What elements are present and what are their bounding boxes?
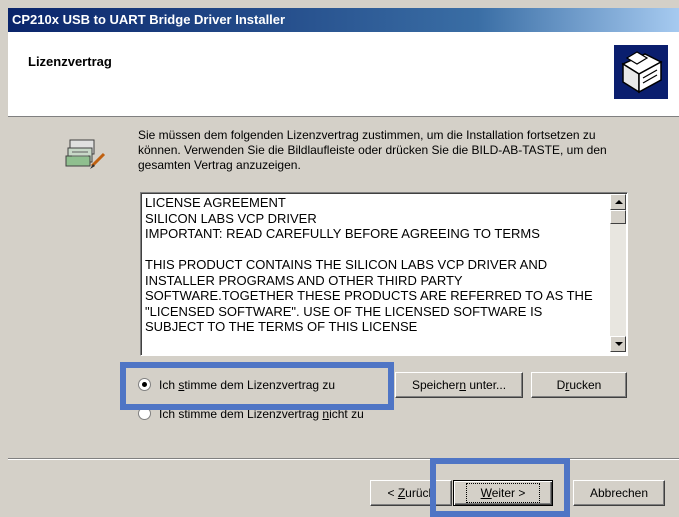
scroll-up-button[interactable]: [610, 194, 626, 210]
wizard-content: Sie müssen dem folgenden Lizenzvertrag z…: [8, 118, 679, 457]
scroll-down-button[interactable]: [610, 336, 626, 352]
title-bar[interactable]: CP210x USB to UART Bridge Driver Install…: [8, 8, 679, 32]
next-button[interactable]: Weiter >: [453, 480, 553, 506]
radio-accept-label: Ich stimme dem Lizenzvertrag zu: [159, 378, 336, 392]
radio-decline-indicator[interactable]: [138, 407, 151, 420]
license-text: LICENSE AGREEMENT SILICON LABS VCP DRIVE…: [145, 195, 593, 334]
print-button[interactable]: Drucken: [531, 372, 627, 398]
page-title: Lizenzvertrag: [28, 54, 112, 69]
radio-accept-indicator[interactable]: [138, 378, 151, 391]
license-textbox[interactable]: LICENSE AGREEMENT SILICON LABS VCP DRIVE…: [140, 192, 628, 356]
vertical-scrollbar[interactable]: [610, 194, 626, 352]
arrow-up-icon: [615, 200, 623, 204]
focus-indicator: Weiter >: [465, 483, 541, 503]
scroll-thumb[interactable]: [610, 210, 626, 224]
arrow-down-icon: [615, 342, 623, 346]
radio-decline-label: Ich stimme dem Lizenzvertrag nicht zu: [159, 407, 364, 421]
wizard-header: Lizenzvertrag: [8, 32, 679, 117]
radio-accept-license[interactable]: Ich stimme dem Lizenzvertrag zu: [138, 378, 335, 392]
cancel-button[interactable]: Abbrechen: [573, 480, 665, 506]
window-title: CP210x USB to UART Bridge Driver Install…: [12, 12, 286, 27]
installer-window: CP210x USB to UART Bridge Driver Install…: [0, 0, 679, 517]
installer-box-icon: [614, 45, 668, 99]
save-as-button[interactable]: Speichern unter...: [395, 372, 523, 398]
footer-divider: [8, 458, 679, 460]
back-button[interactable]: < Zurück: [370, 480, 452, 506]
instructions-text: Sie müssen dem folgenden Lizenzvertrag z…: [138, 128, 607, 172]
radio-decline-license[interactable]: Ich stimme dem Lizenzvertrag nicht zu: [138, 407, 364, 421]
license-document-icon: [65, 139, 106, 169]
